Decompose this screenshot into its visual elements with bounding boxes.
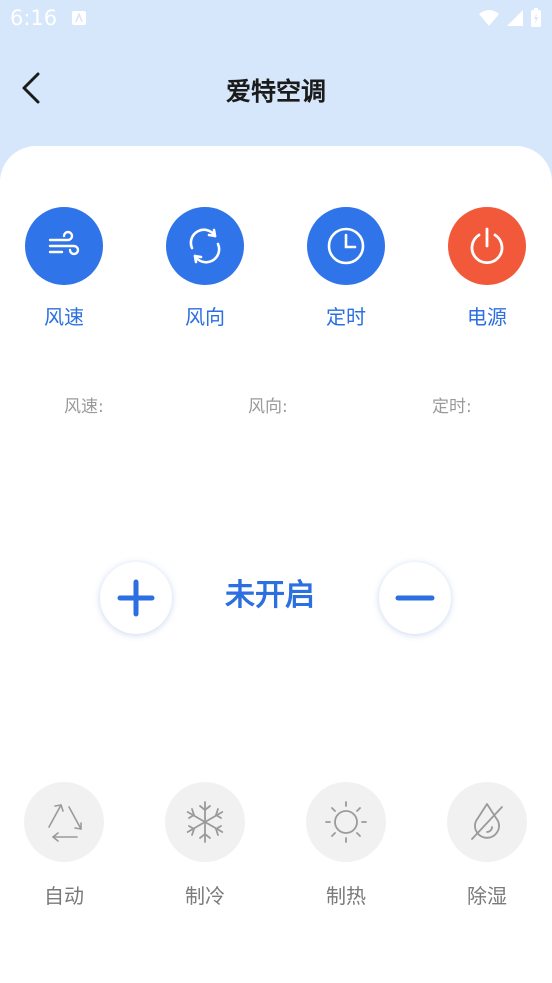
mode-auto-label: 自动 [44, 884, 84, 908]
wind-speed-label: 风速 [44, 305, 84, 329]
status-time: 6:16 [10, 6, 58, 30]
increase-button[interactable] [100, 562, 172, 634]
header: 爱特空调 [0, 52, 552, 124]
clock-icon [307, 207, 385, 285]
minus-icon [395, 595, 435, 601]
status-bar: 6:16 [0, 0, 552, 36]
wifi-icon [479, 10, 499, 26]
mode-heat-button[interactable]: 制热 [306, 782, 386, 909]
wind-direction-label: 风向 [185, 305, 225, 329]
direction-info: 风向: [248, 397, 288, 417]
plus-icon [117, 579, 155, 617]
wind-speed-button[interactable]: 风速 [24, 207, 104, 330]
signal-icon [507, 10, 523, 26]
decrease-button[interactable] [379, 562, 451, 634]
mode-cool-button[interactable]: 制冷 [165, 782, 245, 909]
notification-icon [72, 11, 86, 25]
recycle-icon [24, 782, 104, 862]
mode-heat-label: 制热 [326, 884, 366, 908]
speed-info: 风速: [64, 397, 104, 417]
power-status: 未开启 [225, 578, 315, 613]
timer-info: 定时: [432, 397, 472, 417]
power-icon [448, 207, 526, 285]
mode-dehumidify-button[interactable]: 除湿 [447, 782, 527, 909]
timer-label: 定时 [326, 305, 366, 329]
wind-direction-button[interactable]: 风向 [165, 207, 245, 330]
power-label: 电源 [467, 305, 507, 329]
power-button[interactable]: 电源 [447, 207, 527, 330]
mode-dehumidify-label: 除湿 [467, 884, 507, 908]
snowflake-icon [165, 782, 245, 862]
mode-cool-label: 制冷 [185, 884, 225, 908]
timer-button[interactable]: 定时 [306, 207, 386, 330]
mode-auto-button[interactable]: 自动 [24, 782, 104, 909]
sun-icon [306, 782, 386, 862]
status-icons [478, 8, 542, 28]
battery-icon [531, 8, 541, 27]
wind-icon [25, 207, 103, 285]
refresh-icon [166, 207, 244, 285]
page-title: 爱特空调 [225, 77, 326, 106]
drop-icon [447, 782, 527, 862]
